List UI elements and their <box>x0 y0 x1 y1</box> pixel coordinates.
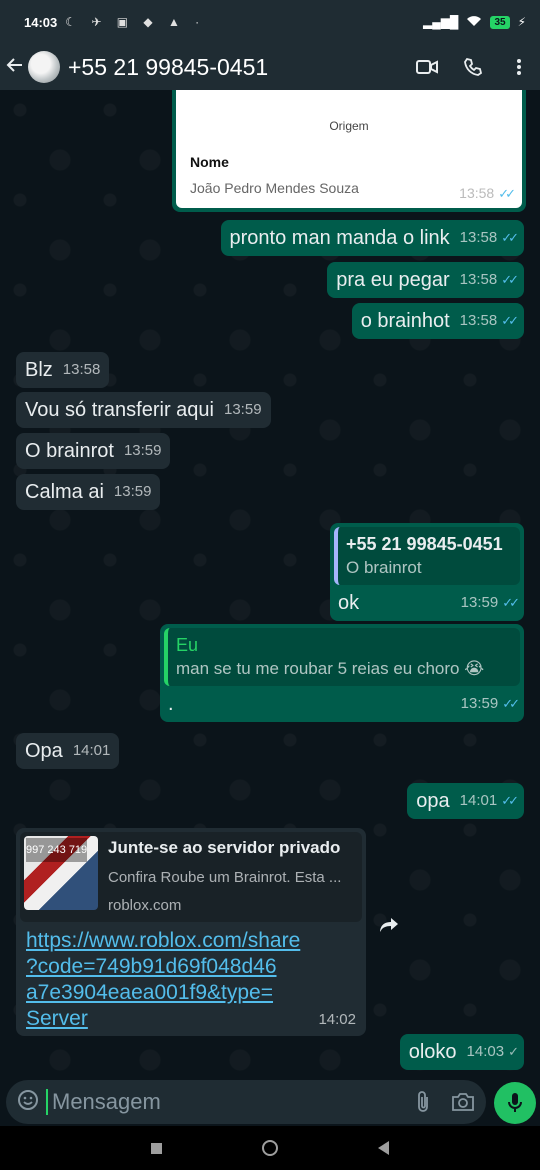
camera-icon[interactable] <box>450 1089 476 1115</box>
read-receipt-icon: ✓✓ <box>501 793 519 808</box>
message-composer <box>0 1080 540 1126</box>
battery-icon: 35 <box>490 15 510 29</box>
read-receipt-icon: ✓✓ <box>501 230 519 245</box>
message-text: Opa <box>25 740 63 762</box>
message-outgoing-reply[interactable]: Eu man se tu me roubar 5 reias eu choro … <box>160 624 524 722</box>
message-incoming[interactable]: Vou só transferir aqui 13:59 <box>16 392 271 428</box>
quoted-author: Eu <box>176 635 199 655</box>
home-button[interactable] <box>262 1140 278 1156</box>
message-text: pronto man manda o link <box>229 227 450 249</box>
message-time: 13:59 <box>460 594 499 611</box>
microphone-button[interactable] <box>494 1082 536 1124</box>
thumbnail-text: 997 243 719 <box>26 838 88 862</box>
nome-value: João Pedro Mendes Souza <box>190 180 359 196</box>
image-content: Origem Nome João Pedro Mendes Souza 13:5… <box>176 90 522 208</box>
status-time: 14:03 <box>24 14 58 30</box>
quoted-text: man se tu me roubar 5 reias eu choro 😭 <box>176 659 485 678</box>
read-receipt-icon: ✓✓ <box>501 272 519 287</box>
message-time: 13:59 <box>113 483 152 500</box>
back-arrow-icon[interactable] <box>6 54 26 80</box>
chat-area[interactable]: Origem Nome João Pedro Mendes Souza 13:5… <box>0 90 540 1080</box>
video-call-icon[interactable] <box>416 56 438 78</box>
message-time: 14:01 <box>459 792 498 809</box>
message-time: 13:58 ✓✓ <box>459 185 516 201</box>
status-right: ▂▄▆█ 35 ⚡ <box>423 15 526 30</box>
message-text: Vou só transferir aqui <box>25 399 214 421</box>
origem-label: Origem <box>329 119 369 133</box>
quoted-message[interactable]: Eu man se tu me roubar 5 reias eu choro … <box>164 628 520 686</box>
message-time: 13:58 <box>62 361 101 378</box>
message-outgoing[interactable]: pronto man manda o link 13:58 ✓✓ <box>220 220 524 256</box>
message-time: 13:59 <box>460 695 499 712</box>
nome-label: Nome <box>190 154 229 170</box>
signal-icon: ▂▄▆█ <box>422 15 459 29</box>
contact-name[interactable]: +55 21 99845-0451 <box>68 54 268 81</box>
link-url[interactable]: https://www.roblox.com/share ?code=749b9… <box>20 928 362 1032</box>
link-preview-domain: roblox.com <box>108 897 182 914</box>
message-time: 13:58 <box>459 229 498 246</box>
message-text: Calma ai <box>25 481 104 503</box>
message-text: . <box>168 693 174 715</box>
message-time: 14:03 <box>466 1043 505 1060</box>
message-outgoing[interactable]: pra eu pegar 13:58 ✓✓ <box>327 262 524 298</box>
quoted-message[interactable]: +55 21 99845-0451 O brainrot <box>334 527 520 585</box>
phone-icon[interactable] <box>462 56 484 78</box>
quoted-author: +55 21 99845-0451 <box>346 534 503 554</box>
link-preview[interactable]: 997 243 719 Junte-se ao servidor privado… <box>20 832 362 922</box>
message-incoming[interactable]: O brainrot 13:59 <box>16 433 171 469</box>
message-outgoing[interactable]: opa 14:01 ✓✓ <box>407 783 524 819</box>
message-time: 13:59 <box>123 442 162 459</box>
message-incoming[interactable]: Blz 13:58 <box>16 352 110 388</box>
message-text: O brainrot <box>25 440 114 462</box>
message-incoming[interactable]: Opa 14:01 <box>16 733 120 769</box>
notification-icons: ☾ ✈ ▣ ◆ ▲ · <box>65 15 206 29</box>
message-text: oloko <box>408 1041 457 1063</box>
link-preview-description: Confira Roube um Brainrot. Esta ... <box>108 869 342 886</box>
forward-icon[interactable] <box>378 916 400 938</box>
message-time: 13:58 <box>459 312 498 329</box>
message-time: 14:01 <box>72 742 111 759</box>
status-bar: 14:03 ☾ ✈ ▣ ◆ ▲ · ▂▄▆█ 35 ⚡ <box>0 0 540 44</box>
link-thumbnail: 997 243 719 <box>24 836 98 910</box>
message-text: opa <box>416 790 450 812</box>
message-time: 13:59 <box>224 401 262 418</box>
system-nav-bar <box>0 1126 540 1170</box>
attach-icon[interactable] <box>410 1089 436 1115</box>
message-text: Blz <box>25 359 53 381</box>
message-text: pra eu pegar <box>336 269 450 291</box>
message-input[interactable] <box>46 1089 396 1115</box>
image-message[interactable]: Origem Nome João Pedro Mendes Souza 13:5… <box>172 90 526 212</box>
read-receipt-icon: ✓✓ <box>501 313 519 328</box>
microphone-icon <box>508 1093 522 1112</box>
message-outgoing-reply[interactable]: +55 21 99845-0451 O brainrot ok 13:59 ✓✓ <box>330 523 524 621</box>
message-incoming[interactable]: Calma ai 13:59 <box>16 474 161 510</box>
message-time: 14:02 <box>318 1011 356 1028</box>
message-input-box[interactable] <box>6 1080 486 1124</box>
avatar[interactable] <box>28 51 60 83</box>
quoted-text: O brainrot <box>346 558 422 577</box>
more-options-icon[interactable] <box>508 56 530 78</box>
read-receipt-icon: ✓✓ <box>502 595 520 610</box>
wifi-icon <box>466 15 482 30</box>
back-button[interactable] <box>378 1141 389 1155</box>
message-time: 13:58 <box>459 271 498 288</box>
chat-header: +55 21 99845-0451 <box>0 44 540 90</box>
message-incoming-link[interactable]: 997 243 719 Junte-se ao servidor privado… <box>16 828 366 1036</box>
sent-receipt-icon: ✓ <box>508 1044 519 1059</box>
message-text: o brainhot <box>360 310 450 332</box>
message-outgoing[interactable]: o brainhot 13:58 ✓✓ <box>351 303 524 339</box>
read-receipt-icon: ✓✓ <box>502 696 520 711</box>
recents-button[interactable] <box>151 1142 162 1154</box>
emoji-sticker-icon[interactable] <box>16 1088 40 1117</box>
link-preview-title: Junte-se ao servidor privado <box>108 838 341 857</box>
message-outgoing[interactable]: oloko 14:03 ✓ <box>399 1034 524 1070</box>
message-text: ok <box>338 592 360 614</box>
charging-icon: ⚡ <box>517 15 526 29</box>
